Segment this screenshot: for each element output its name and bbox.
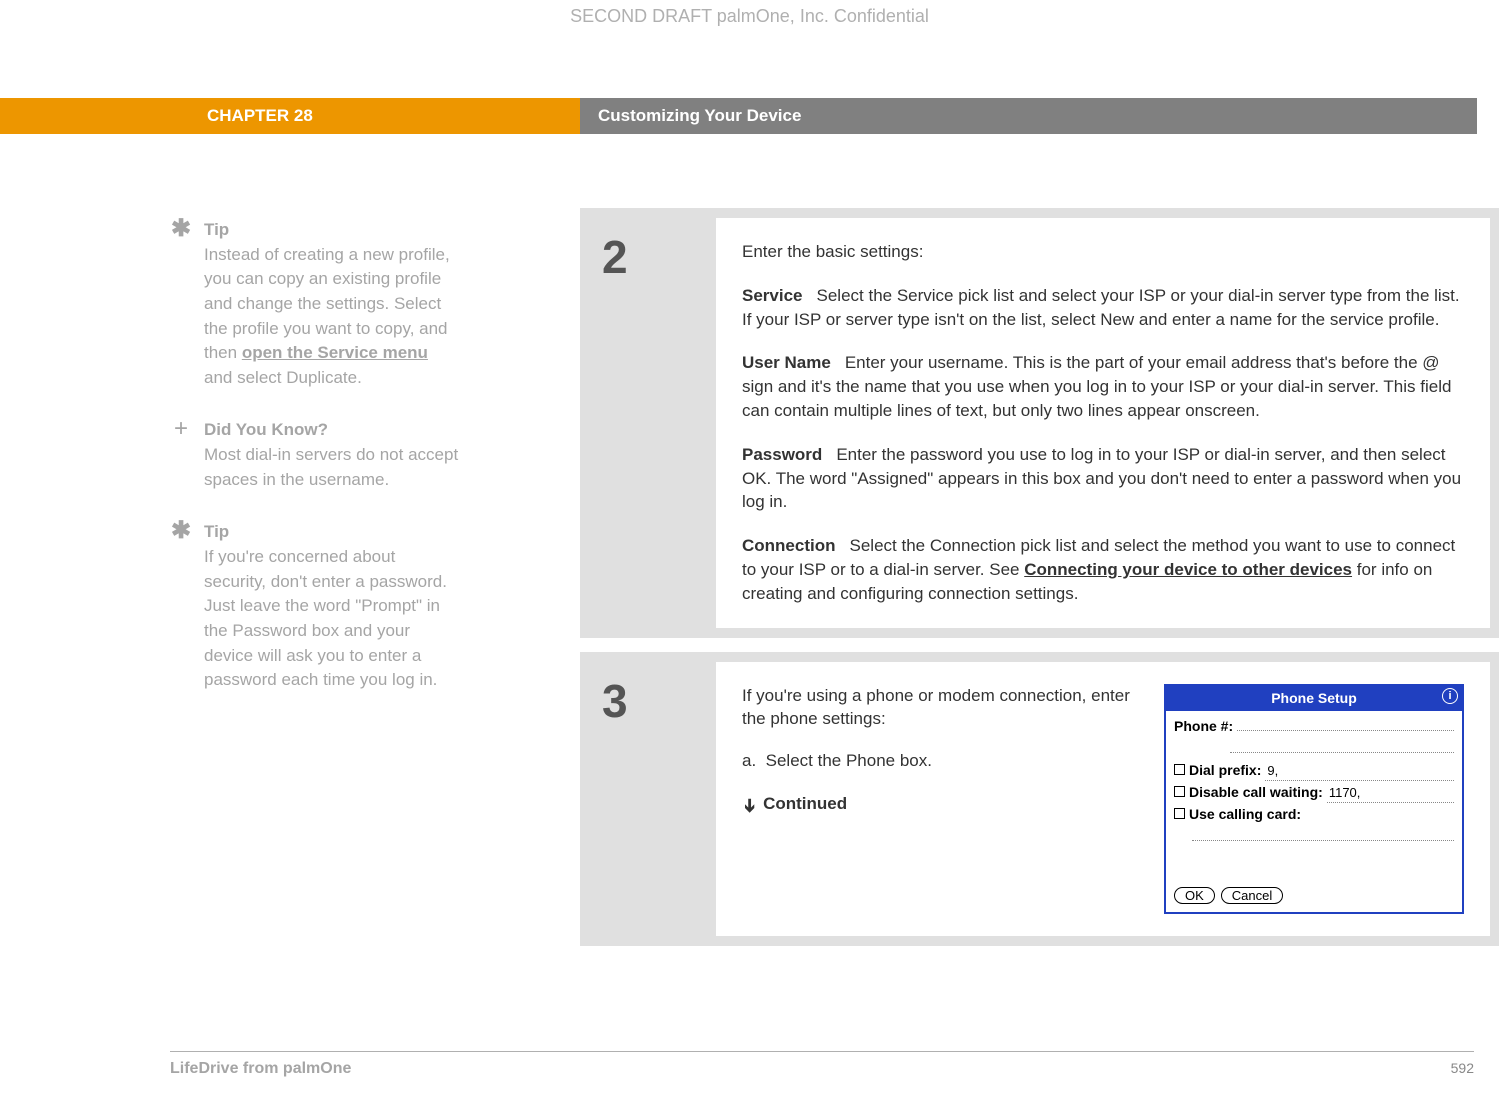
tip-heading: Tip [204, 218, 460, 243]
cancel-button[interactable]: Cancel [1221, 887, 1283, 904]
dyk-body: Most dial-in servers do not accept space… [204, 443, 460, 492]
phone-number-input-line2[interactable] [1230, 739, 1454, 753]
dialog-spacer [1174, 843, 1454, 883]
calling-card-input[interactable] [1192, 827, 1454, 841]
phone-setup-body: Phone #: Dial prefix: 9, [1166, 711, 1462, 912]
disable-call-waiting-input[interactable]: 1170, [1327, 784, 1454, 803]
page-footer: LifeDrive from palmOne 592 [170, 1060, 1474, 1078]
step-2-block: 2 Enter the basic settings: ServiceSelec… [580, 208, 1499, 638]
disable-call-waiting-label: Disable call waiting: [1189, 783, 1323, 803]
phone-setup-title-text: Phone Setup [1271, 690, 1357, 706]
asterisk-icon: ✱ [170, 522, 192, 544]
calling-card-checkbox[interactable] [1174, 808, 1185, 819]
dyk-heading: Did You Know? [204, 418, 460, 443]
sidebar-did-you-know: + Did You Know? Most dial-in servers do … [170, 418, 460, 492]
step-3-sub-a: a. Select the Phone box. [742, 749, 1142, 773]
chapter-bar-accent [0, 98, 207, 134]
username-label: User Name [742, 353, 831, 372]
step-3-num-col: 3 [580, 652, 716, 946]
calling-card-label: Use calling card: [1189, 805, 1301, 825]
confidential-header: SECOND DRAFT palmOne, Inc. Confidential [0, 6, 1499, 27]
step-3-text: If you're using a phone or modem connect… [742, 684, 1142, 914]
connection-para: ConnectionSelect the Connection pick lis… [742, 534, 1464, 605]
chapter-title: Customizing Your Device [580, 98, 1477, 134]
tip1-after: and select Duplicate. [204, 368, 362, 387]
disable-call-waiting-checkbox[interactable] [1174, 786, 1185, 797]
chapter-number: CHAPTER 28 [207, 98, 580, 134]
tip2-body: If you're concerned about security, don'… [204, 545, 460, 693]
phone-number-input[interactable] [1237, 717, 1454, 731]
dialog-buttons: OK Cancel [1174, 887, 1454, 904]
page-number: 592 [1451, 1060, 1474, 1078]
asterisk-icon: ✱ [170, 220, 192, 242]
password-label: Password [742, 445, 822, 464]
dial-prefix-input[interactable]: 9, [1265, 762, 1454, 781]
open-service-menu-link[interactable]: open the Service menu [242, 343, 428, 362]
step-3-content: If you're using a phone or modem connect… [716, 662, 1490, 936]
phone-number-row: Phone #: [1174, 717, 1454, 737]
phone-setup-dialog: Phone Setup i Phone #: [1164, 684, 1464, 914]
phone-number-row-2 [1174, 739, 1454, 753]
ok-button[interactable]: OK [1174, 887, 1215, 904]
step-3-number: 3 [602, 674, 716, 728]
sidebar: ✱ Tip Instead of creating a new profile,… [170, 218, 460, 721]
dial-prefix-checkbox[interactable] [1174, 764, 1185, 775]
step-3-block: 3 If you're using a phone or modem conne… [580, 652, 1499, 946]
plus-icon: + [170, 420, 192, 442]
footer-product: LifeDrive from palmOne [170, 1060, 351, 1078]
dial-prefix-label: Dial prefix: [1189, 761, 1261, 781]
password-para: PasswordEnter the password you use to lo… [742, 443, 1464, 514]
sidebar-tip-2: ✱ Tip If you're concerned about security… [170, 520, 460, 692]
chapter-bar: CHAPTER 28 Customizing Your Device [0, 98, 1499, 134]
phone-setup-title: Phone Setup i [1166, 686, 1462, 712]
step-2-content: Enter the basic settings: ServiceSelect … [716, 218, 1490, 628]
connection-label: Connection [742, 536, 836, 555]
tip-body: Instead of creating a new profile, you c… [204, 243, 460, 391]
username-para: User NameEnter your username. This is th… [742, 351, 1464, 422]
step-2-num-col: 2 [580, 208, 716, 638]
continued-label: ➔Continued [742, 791, 1142, 816]
connecting-devices-link[interactable]: Connecting your device to other devices [1024, 560, 1352, 579]
step-2-number: 2 [602, 230, 716, 284]
footer-rule [170, 1051, 1474, 1052]
sidebar-tip-1: ✱ Tip Instead of creating a new profile,… [170, 218, 460, 390]
phone-number-label: Phone #: [1174, 717, 1233, 737]
service-para: ServiceSelect the Service pick list and … [742, 284, 1464, 332]
username-text: Enter your username. This is the part of… [742, 353, 1451, 420]
disable-call-waiting-row: Disable call waiting: 1170, [1174, 783, 1454, 803]
dial-prefix-row: Dial prefix: 9, [1174, 761, 1454, 781]
step-3-intro: If you're using a phone or modem connect… [742, 684, 1142, 732]
service-label: Service [742, 286, 803, 305]
continued-arrow-icon: ➔ [737, 798, 762, 813]
continued-text: Continued [763, 794, 847, 813]
calling-card-value-row [1174, 827, 1454, 841]
step-2-intro: Enter the basic settings: [742, 240, 1464, 264]
info-icon[interactable]: i [1442, 688, 1458, 704]
main-content: 2 Enter the basic settings: ServiceSelec… [580, 208, 1499, 960]
password-text: Enter the password you use to log in to … [742, 445, 1461, 512]
calling-card-row: Use calling card: [1174, 805, 1454, 825]
tip2-heading: Tip [204, 520, 460, 545]
chapter-bar-pad [1477, 98, 1499, 134]
service-text: Select the Service pick list and select … [742, 286, 1460, 329]
